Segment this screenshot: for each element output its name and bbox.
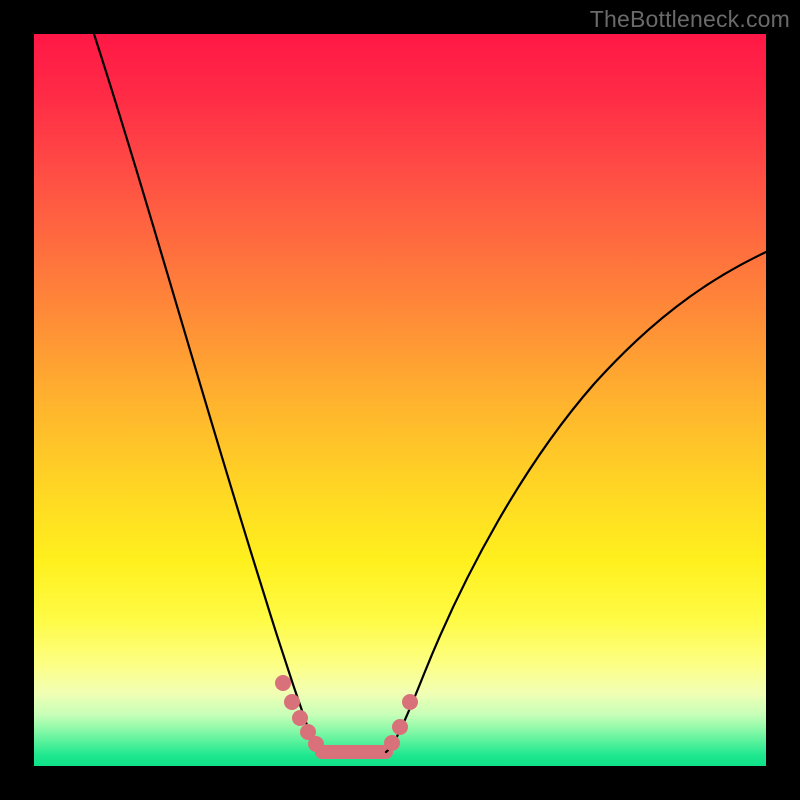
chart-frame: TheBottleneck.com (0, 0, 800, 800)
curves-svg (34, 34, 766, 766)
right-curve (386, 252, 766, 752)
highlight-dot (392, 719, 408, 735)
left-curve (94, 34, 322, 752)
highlight-dot (308, 736, 324, 752)
highlight-dot (284, 694, 300, 710)
highlight-dot (384, 735, 400, 751)
watermark-text: TheBottleneck.com (590, 6, 790, 33)
highlight-dot (292, 710, 308, 726)
highlight-dot (402, 694, 418, 710)
plot-area (34, 34, 766, 766)
highlight-dot (275, 675, 291, 691)
